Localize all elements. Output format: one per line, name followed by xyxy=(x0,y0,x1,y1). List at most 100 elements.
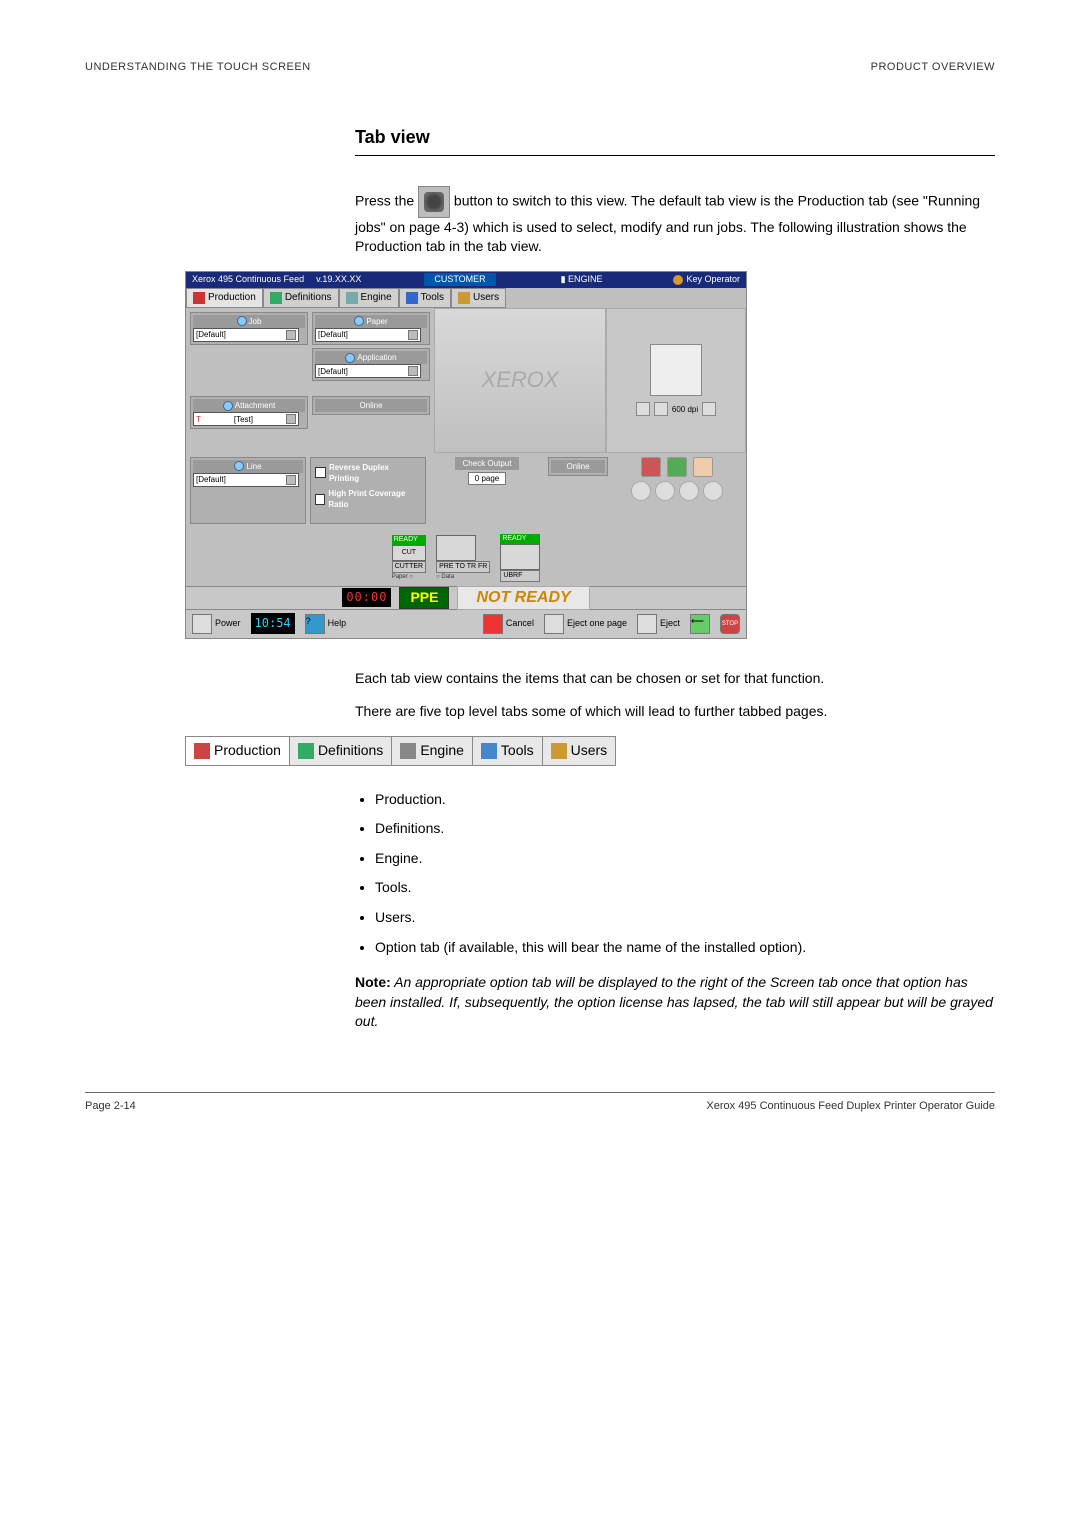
main-tabs: Production Definitions Engine Tools User… xyxy=(186,288,746,308)
tab-strip-figure: Production Definitions Engine Tools User… xyxy=(185,736,616,766)
eject-one-page-button[interactable]: Eject one page xyxy=(544,614,627,634)
diagram-data-label: ○ Data xyxy=(436,573,490,581)
paper-path-diagram: READY CUT CUTTER Paper ○ PRE TO TR FR ○ … xyxy=(186,531,746,586)
line-panel-title: Line xyxy=(246,461,261,472)
tabstrip-tools[interactable]: Tools xyxy=(473,737,543,765)
line-dropdown[interactable]: [Default] xyxy=(193,473,299,487)
paper-dropdown[interactable]: [Default] xyxy=(315,328,421,342)
help-button[interactable]: ?Help xyxy=(305,614,347,634)
titlebar-keyoperator: Key Operator xyxy=(667,273,746,286)
check-output-label: Check Output xyxy=(455,457,520,470)
diagram-ready1: READY xyxy=(392,535,426,545)
tabstrip-engine[interactable]: Engine xyxy=(392,737,473,765)
definitions-icon xyxy=(298,743,314,759)
status-counter: 00:00 xyxy=(342,588,391,607)
list-item: Users. xyxy=(375,908,995,928)
tab-users[interactable]: Users xyxy=(451,288,506,308)
paper-panel-title: Paper xyxy=(366,316,387,327)
para1a: Press the xyxy=(355,192,418,208)
not-ready-indicator: NOT READY xyxy=(457,586,589,610)
attachment-dropdown[interactable]: T [Test] xyxy=(193,412,299,426)
tab-production[interactable]: Production xyxy=(186,288,263,308)
printer-schematic xyxy=(650,344,702,396)
job-dropdown[interactable]: [Default] xyxy=(193,328,299,342)
list-item: Engine. xyxy=(375,849,995,869)
list-item: Definitions. xyxy=(375,819,995,839)
footer-page: Page 2-14 xyxy=(85,1099,136,1114)
cancel-button[interactable]: Cancel xyxy=(483,614,534,634)
list-item: Production. xyxy=(375,790,995,810)
rewind-button[interactable] xyxy=(631,481,651,501)
magnifier-icon xyxy=(354,316,364,326)
header-left: UNDERSTANDING THE TOUCH SCREEN xyxy=(85,60,311,75)
tabstrip-production[interactable]: Production xyxy=(186,737,290,765)
production-icon xyxy=(193,292,205,304)
tab-engine[interactable]: Engine xyxy=(339,288,399,308)
tabstrip-definitions[interactable]: Definitions xyxy=(290,737,392,765)
users-icon xyxy=(458,292,470,304)
application-panel-title: Application xyxy=(357,352,396,363)
status-icon-3[interactable] xyxy=(693,457,713,477)
reverse-duplex-checkbox[interactable]: Reverse Duplex Printing xyxy=(313,460,423,486)
attachment-panel-title: Attachment xyxy=(235,400,275,411)
titlebar-product: Xerox 495 Continuous Feed xyxy=(186,273,310,286)
screen-view-icon xyxy=(418,186,450,218)
tab-definitions[interactable]: Definitions xyxy=(263,288,339,308)
intro-paragraph: Press the button to switch to this view.… xyxy=(355,186,995,257)
para-items: Each tab view contains the items that ca… xyxy=(355,669,995,689)
dpi-label: 600 dpi xyxy=(672,404,698,415)
speaker-icon[interactable] xyxy=(636,402,650,416)
clock: 10:54 xyxy=(251,613,295,634)
refresh-icon[interactable] xyxy=(702,402,716,416)
application-dropdown[interactable]: [Default] xyxy=(315,364,421,378)
eject-button[interactable]: Eject xyxy=(637,614,680,634)
back-button[interactable] xyxy=(655,481,675,501)
power-button[interactable]: Power xyxy=(192,614,241,634)
diagram-ready2: READY xyxy=(500,534,540,544)
titlebar-version: v.19.XX.XX xyxy=(310,273,367,286)
fastforward-button[interactable] xyxy=(703,481,723,501)
footer-guide: Xerox 495 Continuous Feed Duplex Printer… xyxy=(706,1099,995,1114)
magnifier-icon xyxy=(237,316,247,326)
tools-icon xyxy=(406,292,418,304)
list-item: Tools. xyxy=(375,878,995,898)
high-print-checkbox[interactable]: High Print Coverage Ratio xyxy=(313,486,423,512)
back-nav-button[interactable]: ⟵ xyxy=(690,614,710,634)
diagram-paper-label: Paper ○ xyxy=(392,573,426,581)
note-text: An appropriate option tab will be displa… xyxy=(355,974,993,1029)
window-titlebar: Xerox 495 Continuous Feed v.19.XX.XX CUS… xyxy=(186,272,746,288)
online2-label: Online xyxy=(551,460,605,473)
note-paragraph: Note: An appropriate option tab will be … xyxy=(355,973,995,1032)
ppe-indicator: PPE xyxy=(399,587,449,609)
diagram-module1 xyxy=(436,535,476,561)
status-icon-2[interactable] xyxy=(667,457,687,477)
stop-button[interactable]: STOP xyxy=(720,614,740,634)
section-title: Tab view xyxy=(355,125,995,155)
keyop-icon xyxy=(673,275,683,285)
status-icon-1[interactable] xyxy=(641,457,661,477)
list-item: Option tab (if available, this will bear… xyxy=(375,938,995,958)
users-icon xyxy=(551,743,567,759)
diagram-cutter: CUTTER xyxy=(392,561,426,573)
para-five-tabs: There are five top level tabs some of wh… xyxy=(355,702,995,722)
tabstrip-users[interactable]: Users xyxy=(543,737,616,765)
titlebar-customer: CUSTOMER xyxy=(424,273,495,286)
forward-button[interactable] xyxy=(679,481,699,501)
online-panel-title: Online xyxy=(315,399,427,412)
diagram-pretofr: PRE TO TR FR xyxy=(436,561,490,573)
diagram-cut: CUT xyxy=(392,545,426,561)
tab-tools[interactable]: Tools xyxy=(399,288,451,308)
job-panel-title: Job xyxy=(249,316,262,327)
right-panel: 600 dpi xyxy=(606,308,746,453)
header-right: PRODUCT OVERVIEW xyxy=(871,60,995,75)
check-output-value: 0 page xyxy=(468,472,506,485)
production-icon xyxy=(194,743,210,759)
dpi-icon xyxy=(654,402,668,416)
note-label: Note: xyxy=(355,974,391,990)
engine-icon xyxy=(400,743,416,759)
magnifier-icon xyxy=(223,401,233,411)
diagram-module2 xyxy=(500,544,540,570)
titlebar-engine: ▮ ENGINE xyxy=(553,273,611,286)
definitions-icon xyxy=(270,292,282,304)
engine-icon xyxy=(346,292,358,304)
